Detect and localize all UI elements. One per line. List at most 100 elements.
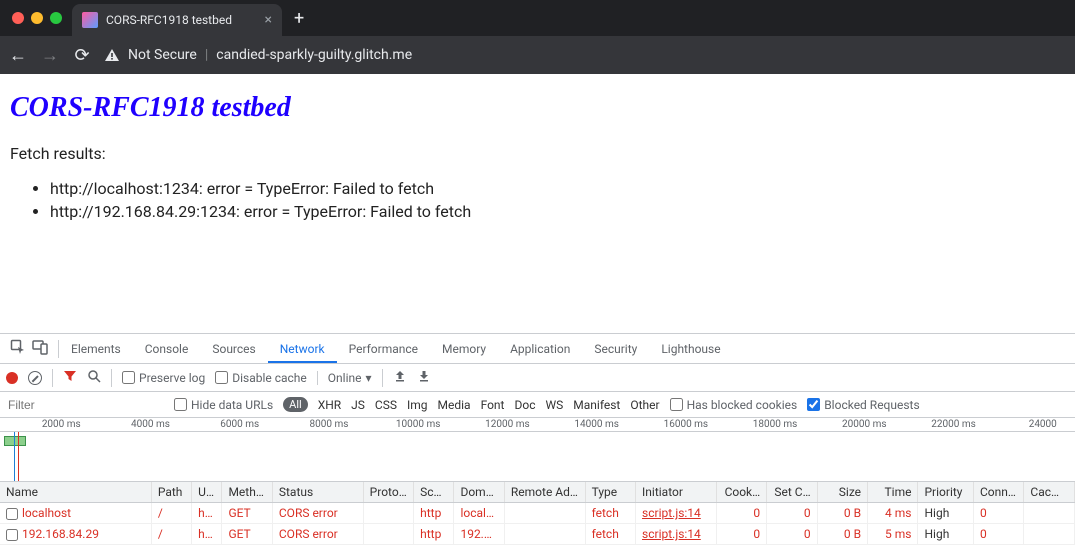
disable-cache-checkbox[interactable]: Disable cache xyxy=(215,371,307,385)
filter-doc[interactable]: Doc xyxy=(514,398,535,412)
filter-js[interactable]: JS xyxy=(351,398,365,412)
throttle-select[interactable]: Online ▾ xyxy=(317,371,372,385)
maximize-window-icon[interactable] xyxy=(50,12,62,24)
device-toggle-icon[interactable] xyxy=(32,339,48,358)
row-checkbox[interactable] xyxy=(6,529,18,541)
col-size[interactable]: Size xyxy=(817,482,867,503)
upload-icon[interactable] xyxy=(393,369,407,387)
hide-data-urls-checkbox[interactable]: Hide data URLs xyxy=(174,398,273,412)
ruler-tick: 8000 ms xyxy=(309,419,348,430)
timeline-ruler[interactable]: 2000 ms 4000 ms 6000 ms 8000 ms 10000 ms… xyxy=(0,418,1075,432)
tab-elements[interactable]: Elements xyxy=(59,334,133,363)
tab-network[interactable]: Network xyxy=(268,334,337,363)
initiator-link[interactable]: script.js:14 xyxy=(642,506,701,520)
col-status[interactable]: Status xyxy=(272,482,363,503)
col-path[interactable]: Path xyxy=(151,482,191,503)
tab-performance[interactable]: Performance xyxy=(337,334,430,363)
tab-close-icon[interactable]: × xyxy=(265,13,272,27)
filter-ws[interactable]: WS xyxy=(545,398,563,412)
col-priority[interactable]: Priority xyxy=(918,482,973,503)
col-conn[interactable]: Conn… xyxy=(973,482,1023,503)
tabstrip: CORS-RFC1918 testbed × + xyxy=(0,0,1075,36)
filter-css[interactable]: CSS xyxy=(375,398,397,412)
tab-title: CORS-RFC1918 testbed xyxy=(106,13,232,27)
blocked-requests-label: Blocked Requests xyxy=(824,398,919,412)
browser-chrome: CORS-RFC1918 testbed × + ← → ⟳ Not Secur… xyxy=(0,0,1075,74)
minimize-window-icon[interactable] xyxy=(31,12,43,24)
filter-icon[interactable] xyxy=(63,369,77,387)
ruler-tick: 22000 ms xyxy=(931,419,976,430)
browser-tab[interactable]: CORS-RFC1918 testbed × xyxy=(72,4,282,36)
filter-all[interactable]: All xyxy=(283,397,308,412)
col-setcookies[interactable]: Set C… xyxy=(767,482,817,503)
back-button[interactable]: ← xyxy=(8,45,28,66)
clear-button[interactable] xyxy=(28,371,42,385)
ruler-tick: 14000 ms xyxy=(574,419,619,430)
network-table: Name Path U… Meth… Status Proto… Sc… Dom… xyxy=(0,482,1075,545)
filter-font[interactable]: Font xyxy=(481,398,505,412)
col-type[interactable]: Type xyxy=(585,482,635,503)
devtools-tabs: Elements Console Sources Network Perform… xyxy=(0,334,1075,364)
filter-input[interactable] xyxy=(4,398,164,412)
disable-cache-label: Disable cache xyxy=(232,371,307,385)
omnibox[interactable]: Not Secure | candied-sparkly-guilty.glit… xyxy=(104,47,1067,63)
ruler-tick: 10000 ms xyxy=(396,419,441,430)
close-window-icon[interactable] xyxy=(12,12,24,24)
filter-media[interactable]: Media xyxy=(438,398,471,412)
reload-button[interactable]: ⟳ xyxy=(72,45,92,66)
preserve-log-label: Preserve log xyxy=(139,371,205,385)
tab-sources[interactable]: Sources xyxy=(200,334,267,363)
filter-manifest[interactable]: Manifest xyxy=(573,398,620,412)
page-title: CORS-RFC1918 testbed xyxy=(10,92,1065,124)
new-tab-button[interactable]: + xyxy=(288,8,310,29)
col-cache[interactable]: Cac… xyxy=(1024,482,1075,503)
download-icon[interactable] xyxy=(417,369,431,387)
record-button[interactable] xyxy=(6,372,18,384)
table-row[interactable]: localhost/h…GETCORS errorhttplocal…fetch… xyxy=(0,503,1075,524)
col-initiator[interactable]: Initiator xyxy=(636,482,717,503)
table-row[interactable]: 192.168.84.29/h…GETCORS errorhttp192.…fe… xyxy=(0,524,1075,545)
load-line-icon xyxy=(18,432,19,481)
results-list: http://localhost:1234: error = TypeError… xyxy=(10,179,1065,221)
tab-application[interactable]: Application xyxy=(498,334,582,363)
timeline-overview[interactable] xyxy=(0,432,1075,482)
security-text: Not Secure xyxy=(128,47,197,63)
filter-img[interactable]: Img xyxy=(407,398,428,412)
blocked-requests-checkbox[interactable]: Blocked Requests xyxy=(807,398,919,412)
row-checkbox[interactable] xyxy=(6,508,18,520)
tab-security[interactable]: Security xyxy=(582,334,649,363)
col-domain[interactable]: Dom… xyxy=(454,482,504,503)
col-protocol[interactable]: Proto… xyxy=(363,482,413,503)
blocked-cookies-label: Has blocked cookies xyxy=(687,398,798,412)
ruler-tick: 2000 ms xyxy=(42,419,81,430)
initiator-link[interactable]: script.js:14 xyxy=(642,527,701,541)
page-content: CORS-RFC1918 testbed Fetch results: http… xyxy=(0,74,1075,235)
search-icon[interactable] xyxy=(87,369,101,386)
ruler-tick: 12000 ms xyxy=(485,419,530,430)
col-cookies[interactable]: Cook… xyxy=(716,482,766,503)
list-item: http://localhost:1234: error = TypeError… xyxy=(50,179,1065,198)
col-method[interactable]: Meth… xyxy=(222,482,272,503)
blocked-cookies-checkbox[interactable]: Has blocked cookies xyxy=(670,398,798,412)
inspect-icon[interactable] xyxy=(10,339,26,358)
ruler-tick: 4000 ms xyxy=(131,419,170,430)
forward-button[interactable]: → xyxy=(40,45,60,66)
filter-other[interactable]: Other xyxy=(630,398,659,412)
chevron-down-icon: ▾ xyxy=(366,371,372,385)
col-scheme[interactable]: Sc… xyxy=(414,482,454,503)
tab-lighthouse[interactable]: Lighthouse xyxy=(649,334,732,363)
filter-xhr[interactable]: XHR xyxy=(318,398,341,412)
col-time[interactable]: Time xyxy=(868,482,918,503)
tab-console[interactable]: Console xyxy=(133,334,201,363)
favicon-icon xyxy=(82,12,98,28)
window-controls xyxy=(8,12,66,24)
col-name[interactable]: Name xyxy=(0,482,151,503)
preserve-log-checkbox[interactable]: Preserve log xyxy=(122,371,205,385)
results-label: Fetch results: xyxy=(10,144,1065,163)
ruler-tick: 6000 ms xyxy=(220,419,259,430)
tab-memory[interactable]: Memory xyxy=(430,334,498,363)
col-url[interactable]: U… xyxy=(192,482,222,503)
ruler-tick: 18000 ms xyxy=(753,419,798,430)
col-remote[interactable]: Remote Ad… xyxy=(504,482,585,503)
url-text: candied-sparkly-guilty.glitch.me xyxy=(216,47,412,63)
